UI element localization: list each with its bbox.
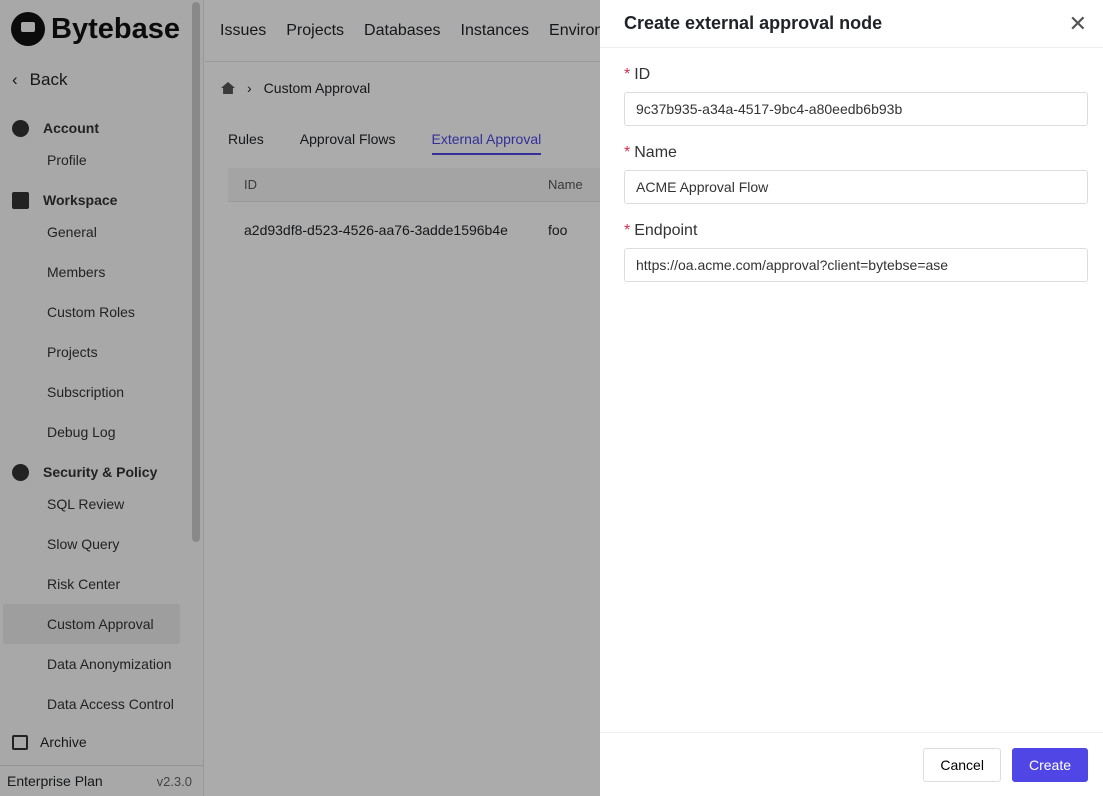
required-mark: *	[624, 66, 631, 83]
modal-backdrop[interactable]	[0, 0, 600, 796]
required-mark: *	[624, 222, 631, 239]
create-button[interactable]: Create	[1011, 747, 1088, 782]
name-field: * Name	[624, 144, 1088, 204]
name-label: Name	[634, 144, 677, 161]
drawer-title: Create external approval node	[624, 13, 883, 33]
drawer-header: Create external approval node ✕	[600, 0, 1103, 48]
cancel-button[interactable]: Cancel	[923, 747, 1001, 782]
create-node-drawer: Create external approval node✕ *ID *Name…	[600, 0, 1103, 796]
drawer-footer: Cancel Create	[600, 732, 1103, 796]
id-label: ID	[634, 66, 651, 83]
name-input[interactable]	[624, 170, 1088, 204]
id-field: * ID	[624, 66, 1088, 126]
endpoint-field: * Endpoint	[624, 222, 1088, 282]
required-mark: *	[624, 144, 631, 161]
endpoint-label: Endpoint	[634, 222, 698, 239]
id-input[interactable]	[624, 92, 1088, 126]
close-icon[interactable]: ✕	[1069, 11, 1087, 37]
endpoint-input[interactable]	[624, 248, 1088, 282]
